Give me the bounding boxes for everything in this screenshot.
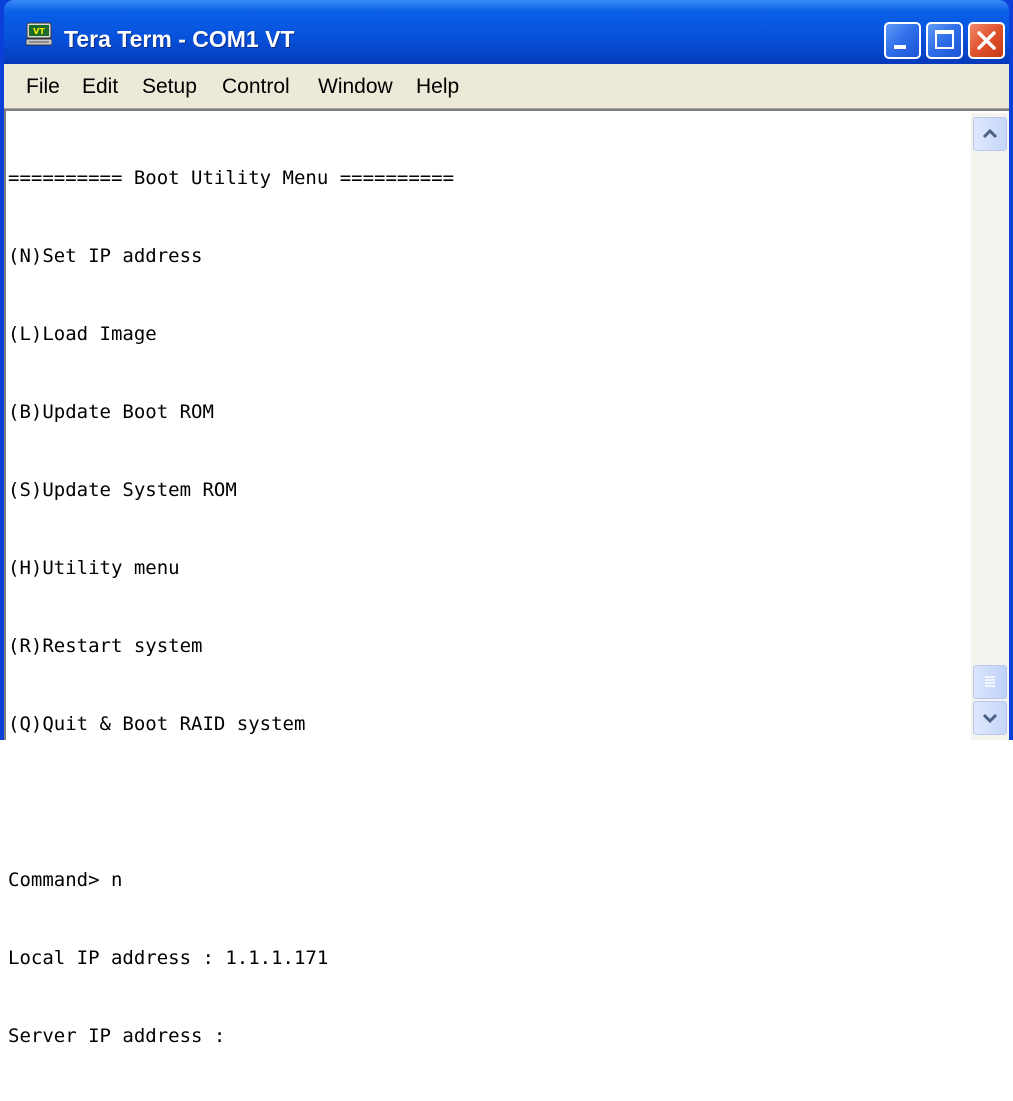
window-title: Tera Term - COM1 VT	[64, 26, 295, 52]
terminal-line: (L)Load Image	[8, 323, 157, 345]
menu-control[interactable]: Control	[222, 74, 290, 100]
title-bar[interactable]: VT Tera Term - COM1 VT	[4, 0, 1009, 64]
maximize-button[interactable]	[926, 22, 963, 59]
terminal-line: Server IP address :	[8, 1025, 226, 1047]
terminal-vt-icon: VT	[25, 22, 53, 46]
terminal-line: (H)Utility menu	[8, 557, 180, 579]
terminal-line: (N)Set IP address	[8, 245, 203, 267]
vertical-scrollbar[interactable]	[971, 113, 1009, 740]
close-button[interactable]	[968, 22, 1005, 59]
scroll-down-button[interactable]	[973, 701, 1007, 735]
menu-window[interactable]: Window	[318, 74, 393, 100]
scroll-thumb[interactable]	[973, 665, 1007, 699]
maximize-icon	[935, 30, 954, 49]
minimize-icon	[894, 45, 906, 49]
terminal-line: ========== Boot Utility Menu ==========	[8, 167, 455, 189]
terminal-line: (B)Update Boot ROM	[8, 401, 214, 423]
minimize-button[interactable]	[884, 22, 921, 59]
terminal-line: Command> n	[8, 869, 123, 891]
terminal-client-area[interactable]: ========== Boot Utility Menu ========== …	[4, 109, 1009, 1047]
terminal-line: (R)Restart system	[8, 635, 203, 657]
menu-file[interactable]: File	[26, 74, 60, 100]
menu-edit[interactable]: Edit	[82, 74, 118, 100]
terminal-output[interactable]: ========== Boot Utility Menu ========== …	[8, 113, 966, 1047]
tera-term-window: VT Tera Term - COM1 VT File Edit Setup C…	[0, 0, 1013, 1047]
menu-setup[interactable]: Setup	[142, 74, 197, 100]
menu-bar: File Edit Setup Control Window Help	[4, 64, 1009, 109]
terminal-line: (Q)Quit & Boot RAID system	[8, 713, 306, 735]
menu-help[interactable]: Help	[416, 74, 459, 100]
scroll-up-arrow-icon	[982, 128, 998, 139]
scroll-down-arrow-icon	[982, 713, 998, 724]
terminal-line: (S)Update System ROM	[8, 479, 237, 501]
close-icon	[977, 31, 996, 50]
terminal-line: Local IP address : 1.1.1.171	[8, 947, 329, 969]
svg-text:VT: VT	[33, 27, 45, 36]
grip-icon	[985, 676, 995, 687]
scroll-up-button[interactable]	[973, 117, 1007, 151]
